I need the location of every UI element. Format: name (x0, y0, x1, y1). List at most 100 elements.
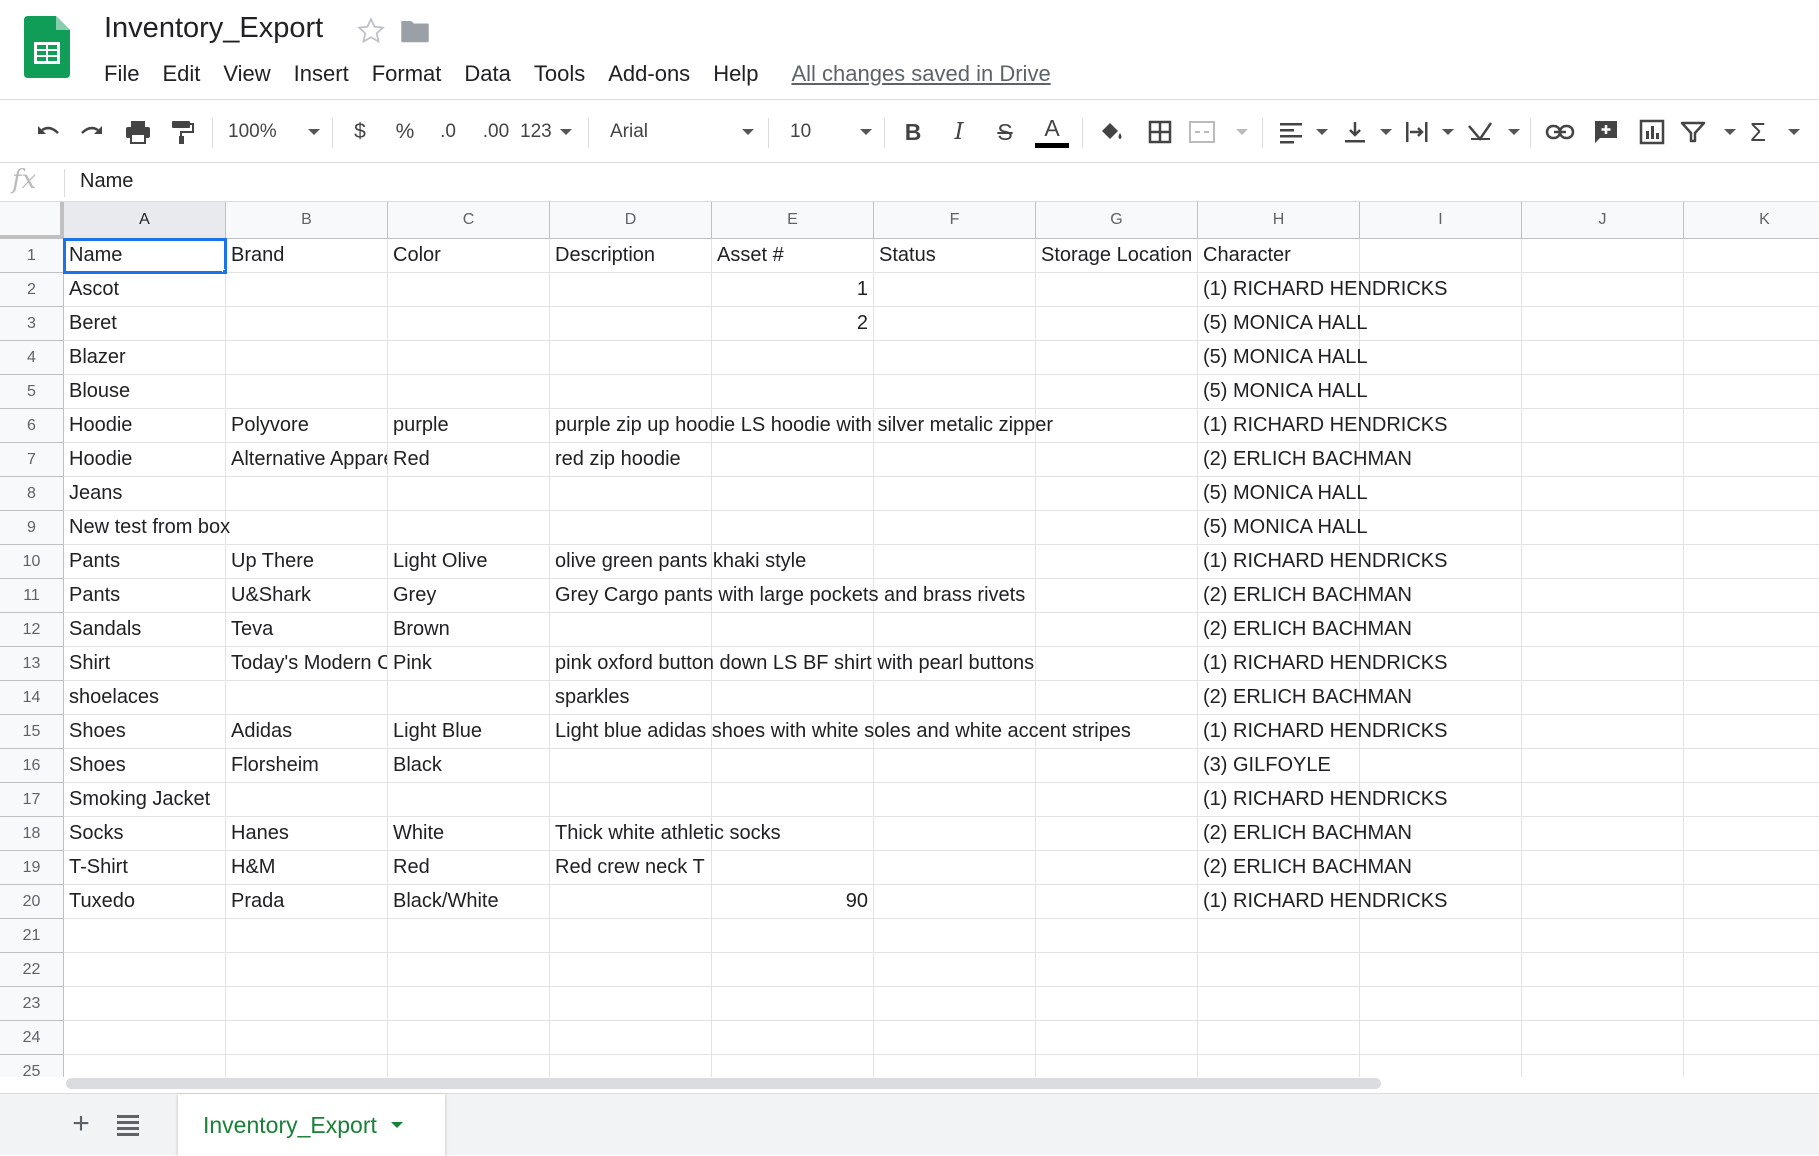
cell-i21[interactable] (1360, 919, 1522, 953)
cell-b15[interactable]: Adidas (226, 715, 388, 749)
cell-a1[interactable]: Name (63, 238, 227, 274)
cell-b7[interactable]: Alternative Apparel (226, 443, 388, 477)
cell-k21[interactable] (1684, 919, 1819, 953)
cell-d17[interactable] (550, 783, 712, 817)
cell-f3[interactable] (874, 307, 1036, 341)
cell-a12[interactable]: Sandals (64, 613, 226, 647)
cell-e22[interactable] (712, 953, 874, 987)
cell-e23[interactable] (712, 987, 874, 1021)
cell-j16[interactable] (1522, 749, 1684, 783)
cell-a18[interactable]: Socks (64, 817, 226, 851)
borders-button[interactable] (1142, 114, 1178, 150)
cell-c14[interactable] (388, 681, 550, 715)
currency-format-button[interactable]: $ (346, 114, 374, 150)
undo-button[interactable] (30, 114, 66, 150)
cell-h17[interactable]: (1) RICHARD HENDRICKS (1198, 783, 1447, 817)
cell-a21[interactable] (64, 919, 226, 953)
cell-g6[interactable] (1036, 409, 1198, 443)
cell-k6[interactable] (1684, 409, 1819, 443)
row-header-3[interactable]: 3 (0, 307, 64, 341)
sheets-logo-icon[interactable] (24, 16, 70, 78)
row-header-8[interactable]: 8 (0, 477, 64, 511)
cell-a23[interactable] (64, 987, 226, 1021)
cell-a9[interactable]: New test from box (64, 511, 230, 545)
row-header-25[interactable]: 25 (0, 1055, 64, 1077)
cell-h6[interactable]: (1) RICHARD HENDRICKS (1198, 409, 1447, 443)
cell-g8[interactable] (1036, 477, 1198, 511)
row-header-15[interactable]: 15 (0, 715, 64, 749)
row-header-2[interactable]: 2 (0, 273, 64, 307)
cell-d23[interactable] (550, 987, 712, 1021)
cell-j1[interactable] (1522, 239, 1684, 273)
cell-d20[interactable] (550, 885, 712, 919)
cell-b3[interactable] (226, 307, 388, 341)
cell-f25[interactable] (874, 1055, 1036, 1077)
cell-c19[interactable]: Red (388, 851, 550, 885)
cell-e25[interactable] (712, 1055, 874, 1077)
cell-k2[interactable] (1684, 273, 1819, 307)
cell-i22[interactable] (1360, 953, 1522, 987)
cell-j11[interactable] (1522, 579, 1684, 613)
cell-b8[interactable] (226, 477, 388, 511)
cell-k18[interactable] (1684, 817, 1819, 851)
chevron-down-icon[interactable] (390, 1122, 403, 1128)
cell-e8[interactable] (712, 477, 874, 511)
cell-j9[interactable] (1522, 511, 1684, 545)
vertical-align-button[interactable] (1342, 114, 1392, 150)
strikethrough-button[interactable]: S (990, 114, 1020, 150)
text-rotation-button[interactable] (1466, 114, 1520, 150)
cell-f21[interactable] (874, 919, 1036, 953)
row-header-6[interactable]: 6 (0, 409, 64, 443)
cell-g24[interactable] (1036, 1021, 1198, 1055)
cell-a8[interactable]: Jeans (64, 477, 226, 511)
cell-j12[interactable] (1522, 613, 1684, 647)
cell-i23[interactable] (1360, 987, 1522, 1021)
cell-a5[interactable]: Blouse (64, 375, 226, 409)
cell-c12[interactable]: Brown (388, 613, 550, 647)
cell-a20[interactable]: Tuxedo (64, 885, 226, 919)
cell-f20[interactable] (874, 885, 1036, 919)
cell-f22[interactable] (874, 953, 1036, 987)
cell-h24[interactable] (1198, 1021, 1360, 1055)
cell-f5[interactable] (874, 375, 1036, 409)
menu-format[interactable]: Format (372, 59, 442, 89)
cell-h2[interactable]: (1) RICHARD HENDRICKS (1198, 273, 1447, 307)
cell-k4[interactable] (1684, 341, 1819, 375)
cell-b6[interactable]: Polyvore (226, 409, 388, 443)
italic-button[interactable]: I (944, 114, 974, 150)
cell-j24[interactable] (1522, 1021, 1684, 1055)
cell-h19[interactable]: (2) ERLICH BACHMAN (1198, 851, 1412, 885)
cell-a24[interactable] (64, 1021, 226, 1055)
cell-j20[interactable] (1522, 885, 1684, 919)
print-button[interactable] (120, 114, 156, 150)
all-sheets-list-icon[interactable] (114, 1110, 142, 1138)
more-formats-button[interactable]: 123 (520, 114, 572, 150)
cell-c3[interactable] (388, 307, 550, 341)
cell-c22[interactable] (388, 953, 550, 987)
row-header-7[interactable]: 7 (0, 443, 64, 477)
cell-c24[interactable] (388, 1021, 550, 1055)
cell-k11[interactable] (1684, 579, 1819, 613)
cell-e21[interactable] (712, 919, 874, 953)
menu-edit[interactable]: Edit (162, 59, 200, 89)
cell-b18[interactable]: Hanes (226, 817, 388, 851)
cell-j7[interactable] (1522, 443, 1684, 477)
cell-d9[interactable] (550, 511, 712, 545)
cell-c25[interactable] (388, 1055, 550, 1077)
cell-i24[interactable] (1360, 1021, 1522, 1055)
column-header-j[interactable]: J (1522, 202, 1684, 239)
cell-a11[interactable]: Pants (64, 579, 226, 613)
cell-e9[interactable] (712, 511, 874, 545)
cell-j23[interactable] (1522, 987, 1684, 1021)
cell-h5[interactable]: (5) MONICA HALL (1198, 375, 1367, 409)
cell-k5[interactable] (1684, 375, 1819, 409)
cell-f23[interactable] (874, 987, 1036, 1021)
column-header-g[interactable]: G (1036, 202, 1198, 239)
cell-f17[interactable] (874, 783, 1036, 817)
bold-button[interactable]: B (898, 114, 928, 150)
cell-d8[interactable] (550, 477, 712, 511)
add-sheet-button[interactable]: + (66, 1104, 96, 1144)
cell-d7[interactable]: red zip hoodie (550, 443, 712, 477)
cell-j18[interactable] (1522, 817, 1684, 851)
cell-d1[interactable]: Description (550, 239, 712, 273)
